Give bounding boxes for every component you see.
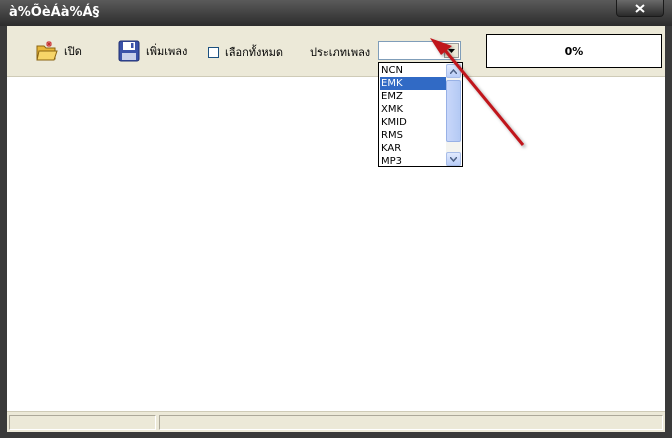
- dropdown-option-kmid[interactable]: KMID: [380, 116, 446, 129]
- floppy-disk-icon: [118, 40, 140, 62]
- close-button[interactable]: [616, 0, 664, 17]
- open-button-label: เปิด: [64, 45, 82, 58]
- dropdown-option-emk[interactable]: EMK: [380, 77, 446, 90]
- dropdown-option-rms[interactable]: RMS: [380, 129, 446, 142]
- status-panel-right: [159, 415, 663, 430]
- song-type-value: [379, 49, 381, 60]
- progress-text: 0%: [564, 44, 584, 58]
- add-song-button[interactable]: เพิ่มเพลง: [117, 38, 187, 64]
- dropdown-option-mp3[interactable]: MP3: [380, 155, 446, 166]
- scroll-thumb[interactable]: [446, 80, 461, 142]
- chevron-down-icon: [448, 48, 455, 53]
- window-title: à%ÕèÁà%Á§: [9, 5, 100, 20]
- close-icon: [635, 3, 645, 13]
- select-all-label: เลือกทั้งหมด: [225, 46, 284, 59]
- client-area: เปิด เพิ่มเพลง เลือกทั้งหมด ประเภทเพลง 0…: [7, 26, 665, 432]
- song-type-label: ประเภทเพลง: [310, 46, 371, 59]
- song-type-dropdown-button[interactable]: [444, 43, 459, 58]
- select-all-checkbox[interactable]: [208, 46, 219, 58]
- status-bar: [7, 411, 665, 432]
- open-button[interactable]: เปิด: [35, 38, 82, 64]
- dropdown-option-ncn[interactable]: NCN: [380, 64, 446, 77]
- scroll-up-button[interactable]: [446, 64, 461, 78]
- dropdown-option-emz[interactable]: EMZ: [380, 90, 446, 103]
- dropdown-option-xmk[interactable]: XMK: [380, 103, 446, 116]
- song-list-area[interactable]: [7, 77, 665, 411]
- song-type-select[interactable]: [378, 41, 461, 60]
- song-type-dropdown-list: NCN EMK EMZ XMK KMID RMS KAR MP3: [378, 62, 463, 167]
- title-bar[interactable]: à%ÕèÁà%Á§: [0, 0, 672, 26]
- scroll-down-button[interactable]: [446, 152, 461, 166]
- app-window: à%ÕèÁà%Á§ เปิด เพิ่มเพลง เลือกทั้งหมด ปร…: [0, 0, 672, 438]
- progress-display: 0%: [486, 34, 662, 68]
- toolbar: เปิด เพิ่มเพลง เลือกทั้งหมด ประเภทเพลง 0…: [7, 26, 665, 77]
- open-folder-icon: [36, 41, 58, 61]
- chevron-down-icon: [450, 156, 457, 162]
- status-panel-left: [9, 415, 156, 430]
- dropdown-scrollbar[interactable]: [446, 64, 461, 166]
- dropdown-option-kar[interactable]: KAR: [380, 142, 446, 155]
- select-all-checkbox-row[interactable]: เลือกทั้งหมด: [208, 43, 283, 61]
- add-song-button-label: เพิ่มเพลง: [146, 45, 188, 58]
- chevron-up-icon: [450, 68, 457, 74]
